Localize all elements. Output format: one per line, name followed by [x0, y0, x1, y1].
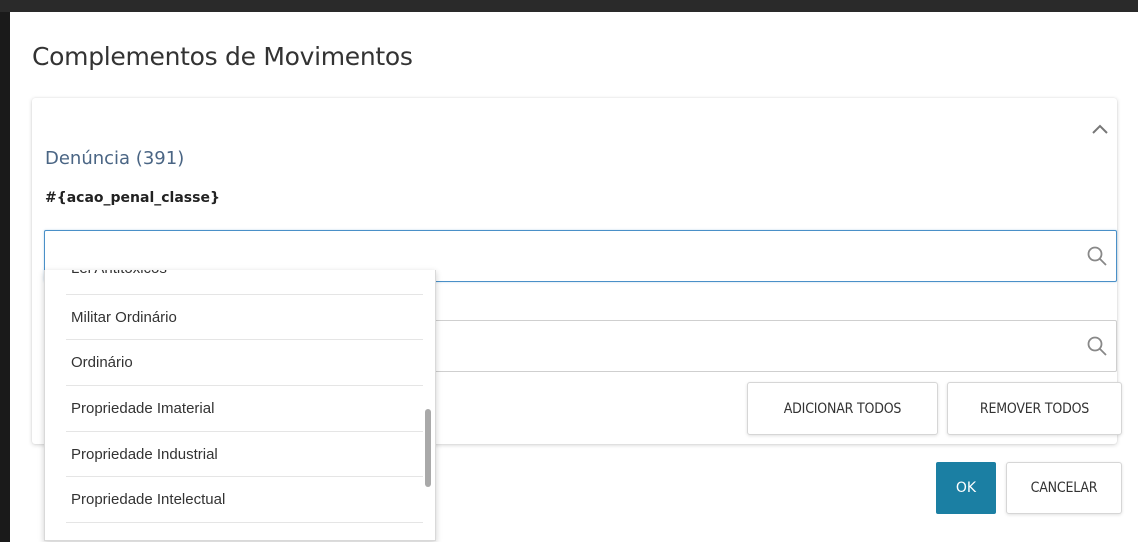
dropdown-option[interactable]: Propriedade Imaterial	[66, 386, 423, 432]
dropdown-option[interactable]: Propriedade Industrial	[66, 432, 423, 477]
classe-dropdown-list[interactable]: Lei Antitóxicos Militar Ordinário Ordiná…	[44, 270, 436, 541]
dialog-title: Complementos de Movimentos	[32, 42, 413, 71]
dropdown-option[interactable]: Ordinário	[66, 340, 423, 386]
add-all-button[interactable]: ADICIONAR TODOS	[747, 382, 938, 435]
remove-all-button[interactable]: REMOVER TODOS	[947, 382, 1122, 435]
second-search-button[interactable]	[1086, 335, 1108, 357]
search-button[interactable]	[1086, 245, 1108, 267]
collapse-section-button[interactable]	[1087, 116, 1113, 142]
section-title: Denúncia (391)	[45, 148, 185, 169]
field-label: #{acao_penal_classe}	[45, 190, 220, 206]
dropdown-option[interactable]: Militar Ordinário	[66, 295, 423, 340]
dropdown-option[interactable]: Lei Antitóxicos	[66, 270, 423, 295]
background-window-strip	[0, 0, 1138, 12]
dropdown-option[interactable]: Propriedade Intelectual	[66, 477, 423, 523]
chevron-up-icon	[1092, 124, 1108, 134]
cancel-button[interactable]: CANCELAR	[1006, 462, 1122, 514]
ok-button[interactable]: OK	[936, 462, 996, 514]
search-icon	[1087, 246, 1107, 266]
search-icon	[1087, 336, 1107, 356]
dropdown-scrollbar[interactable]	[425, 409, 431, 487]
